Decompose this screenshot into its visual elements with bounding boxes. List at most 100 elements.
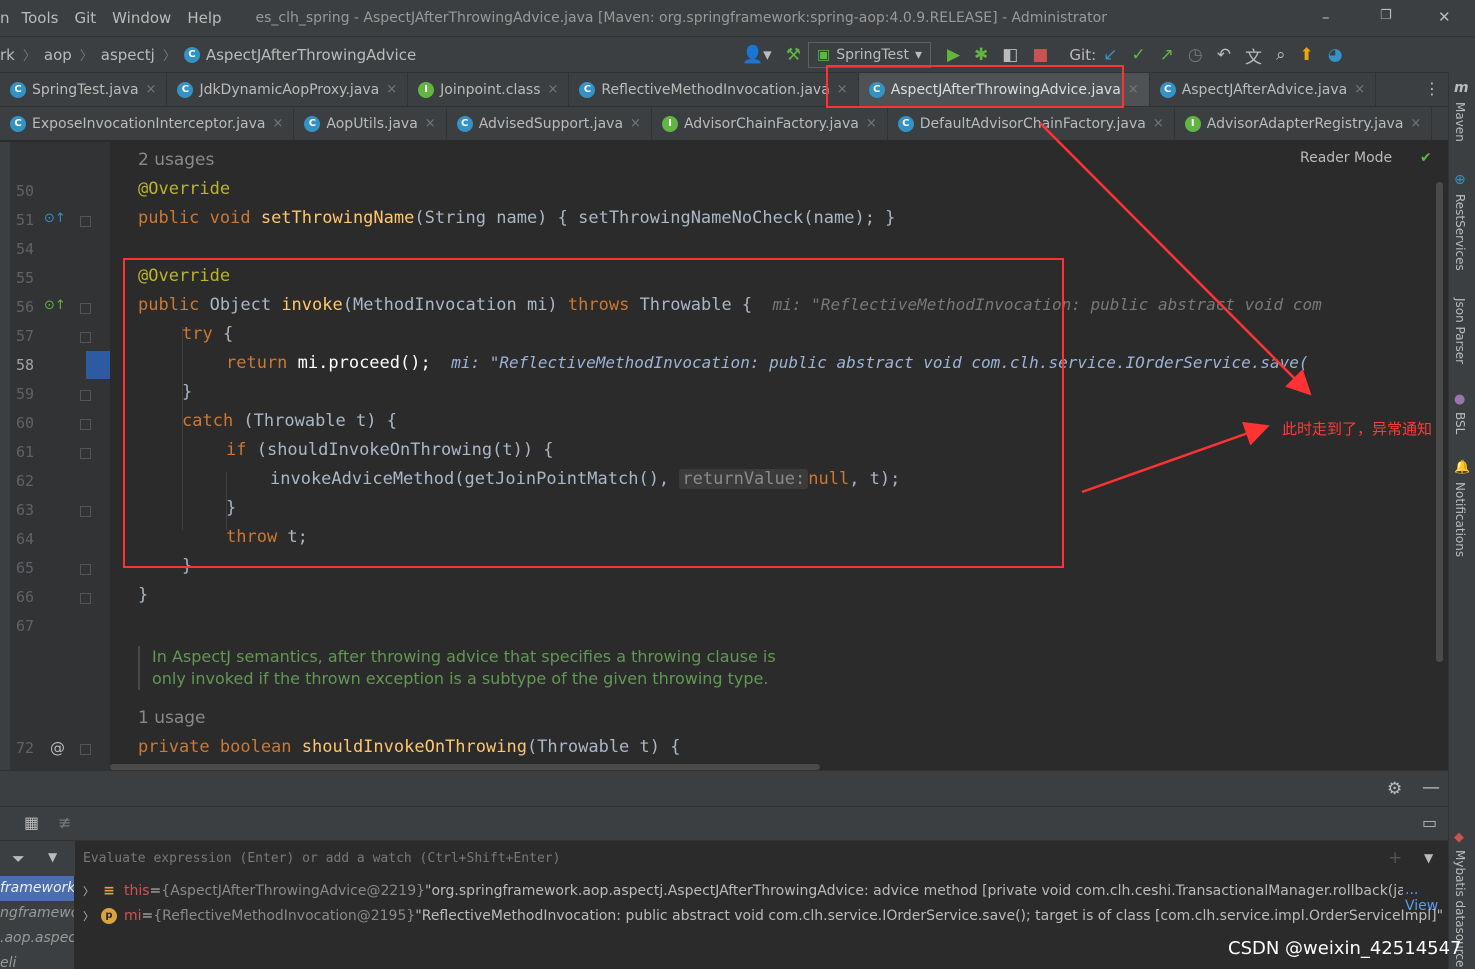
stop-icon[interactable]: ■ (1032, 45, 1048, 65)
close-icon[interactable]: × (1128, 82, 1139, 97)
expand-arrow-icon[interactable]: 〉 (83, 883, 94, 899)
close-icon[interactable]: × (630, 116, 641, 131)
menu-item-git[interactable]: Git (66, 9, 104, 27)
line-number[interactable]: 64 (16, 530, 46, 548)
tab-springtest[interactable]: C SpringTest.java × (0, 72, 168, 107)
implements-marker-icon[interactable]: ⊙↑ (44, 298, 66, 313)
debug-icon[interactable]: ✱ (974, 45, 988, 65)
layout-icon[interactable]: ▭ (1422, 813, 1437, 832)
evaluate-expression-input[interactable]: Evaluate expression (Enter) or add a wat… (75, 841, 1448, 877)
line-number[interactable]: 63 (16, 501, 46, 519)
user-icon[interactable]: 👤▾ (742, 45, 772, 65)
close-icon[interactable]: × (386, 82, 397, 97)
filter-icon[interactable]: ⏷ (12, 849, 25, 869)
close-icon[interactable]: × (425, 116, 436, 131)
fold-icon[interactable] (80, 506, 91, 517)
tool-tab-restservices[interactable]: RestServices (1453, 194, 1467, 271)
close-icon[interactable]: × (866, 116, 877, 131)
menu-item-cut[interactable]: n (0, 9, 14, 27)
line-number[interactable]: 65 (16, 559, 46, 577)
line-number[interactable]: 57 (16, 327, 46, 345)
usages-hint[interactable]: 1 usage (138, 708, 206, 728)
fold-icon[interactable] (80, 448, 91, 459)
fold-icon[interactable] (80, 390, 91, 401)
variable-row[interactable]: 〉 p mi = {ReflectiveMethodInvocation@219… (83, 903, 1443, 928)
tool-tab-notifications[interactable]: Notifications (1453, 482, 1467, 557)
frame-item[interactable]: eli (0, 951, 74, 969)
menu-item-tools[interactable]: Tools (14, 9, 67, 27)
line-number[interactable]: 58 (16, 356, 46, 374)
close-icon[interactable]: × (548, 82, 559, 97)
close-icon[interactable]: × (1354, 82, 1365, 97)
tab-defaultadvisorchainfactory[interactable]: C DefaultAdvisorChainFactory.java × (888, 106, 1175, 141)
restore-button[interactable]: ❐ (1380, 8, 1392, 23)
update-icon[interactable]: ⬆ (1300, 45, 1314, 65)
line-number[interactable]: 55 (16, 269, 46, 287)
run-icon[interactable]: ▶ (947, 45, 960, 65)
git-commit-icon[interactable]: ✓ (1131, 45, 1145, 65)
search-icon[interactable]: ⌕ (1276, 45, 1286, 65)
line-number[interactable]: 60 (16, 414, 46, 432)
breadcrumb-item[interactable]: aspectj (101, 46, 155, 64)
menu-item-help[interactable]: Help (179, 9, 229, 27)
frame-item[interactable]: ngframewor (0, 901, 74, 926)
history-icon[interactable]: ◷ (1188, 45, 1203, 65)
fold-icon[interactable] (80, 419, 91, 430)
close-icon[interactable]: × (1153, 116, 1164, 131)
tab-advisorchainfactory[interactable]: I AdvisorChainFactory.java × (652, 106, 888, 141)
tool-tab-json-parser[interactable]: Json Parser (1453, 298, 1467, 364)
line-number[interactable]: 50 (16, 182, 46, 200)
frame-item[interactable]: framework. (0, 876, 74, 901)
breadcrumb-item[interactable]: rk (0, 46, 15, 64)
tab-advisedsupport[interactable]: C AdvisedSupport.java × (447, 106, 652, 141)
git-update-icon[interactable]: ↙ (1103, 45, 1117, 65)
line-number[interactable]: 56 (16, 298, 46, 316)
fold-icon[interactable] (80, 332, 91, 343)
more-tabs-icon[interactable]: ⋮ (1424, 79, 1440, 98)
tab-aspectjafteradvice[interactable]: C AspectJAfterAdvice.java × (1150, 72, 1377, 107)
table-view-icon[interactable]: ▦ (24, 813, 39, 832)
tab-joinpoint[interactable]: I Joinpoint.class × (408, 72, 570, 107)
tab-exposeinvocationinterceptor[interactable]: C ExposeInvocationInterceptor.java × (0, 106, 295, 141)
tab-jdkdynamicaopproxy[interactable]: C JdkDynamicAopProxy.java × (167, 72, 409, 107)
usages-hint[interactable]: 2 usages (138, 150, 214, 170)
tab-advisoradapterregistry[interactable]: I AdvisorAdapterRegistry.java × (1175, 106, 1433, 141)
rollback-icon[interactable]: ↶ (1217, 45, 1231, 65)
breadcrumb-item[interactable]: AspectJAfterThrowingAdvice (206, 46, 416, 64)
override-marker-icon[interactable]: ⊙↑ (44, 211, 66, 226)
line-number[interactable]: 59 (16, 385, 46, 403)
hide-frames-icon[interactable]: ≢ (58, 813, 71, 832)
tool-tab-maven[interactable]: Maven (1453, 102, 1467, 142)
minimize-panel-icon[interactable]: — (1422, 777, 1440, 798)
close-icon[interactable]: × (1410, 116, 1421, 131)
tool-tab-bsl[interactable]: BSL (1453, 412, 1467, 434)
gear-icon[interactable]: ⚙ (1387, 779, 1402, 799)
plugin-icon[interactable]: ◕ (1328, 45, 1343, 65)
line-number[interactable]: 54 (16, 240, 46, 258)
chevron-down-icon[interactable]: ▼ (1424, 851, 1433, 865)
close-icon[interactable]: × (146, 82, 157, 97)
fold-icon[interactable] (80, 564, 91, 575)
fold-icon[interactable] (80, 593, 91, 604)
line-number[interactable]: 61 (16, 443, 46, 461)
translate-icon[interactable]: 文 (1245, 43, 1262, 68)
fold-icon[interactable] (80, 744, 91, 755)
annotation-marker-icon[interactable]: @ (50, 739, 65, 757)
close-window-button[interactable]: ✕ (1438, 8, 1451, 26)
vertical-scrollbar[interactable] (1436, 182, 1443, 662)
menu-item-window[interactable]: Window (104, 9, 179, 27)
git-push-icon[interactable]: ↗ (1160, 45, 1174, 65)
tab-aoputils[interactable]: C AopUtils.java × (294, 106, 447, 141)
line-number[interactable]: 72 (16, 739, 46, 757)
close-icon[interactable]: × (273, 116, 284, 131)
chevron-down-icon[interactable]: ▼ (48, 850, 57, 864)
build-hammer-icon[interactable]: ⚒ (786, 45, 801, 65)
expand-arrow-icon[interactable]: 〉 (83, 908, 94, 924)
line-number[interactable]: 62 (16, 472, 46, 490)
add-watch-icon[interactable]: + (1388, 848, 1402, 868)
tab-reflectivemethodinvocation[interactable]: C ReflectiveMethodInvocation.java × (569, 72, 859, 107)
coverage-icon[interactable]: ◧ (1002, 45, 1018, 65)
line-number[interactable]: 67 (16, 617, 46, 635)
frame-item[interactable]: .aop.aspec (0, 926, 74, 951)
fold-icon[interactable] (80, 216, 91, 227)
